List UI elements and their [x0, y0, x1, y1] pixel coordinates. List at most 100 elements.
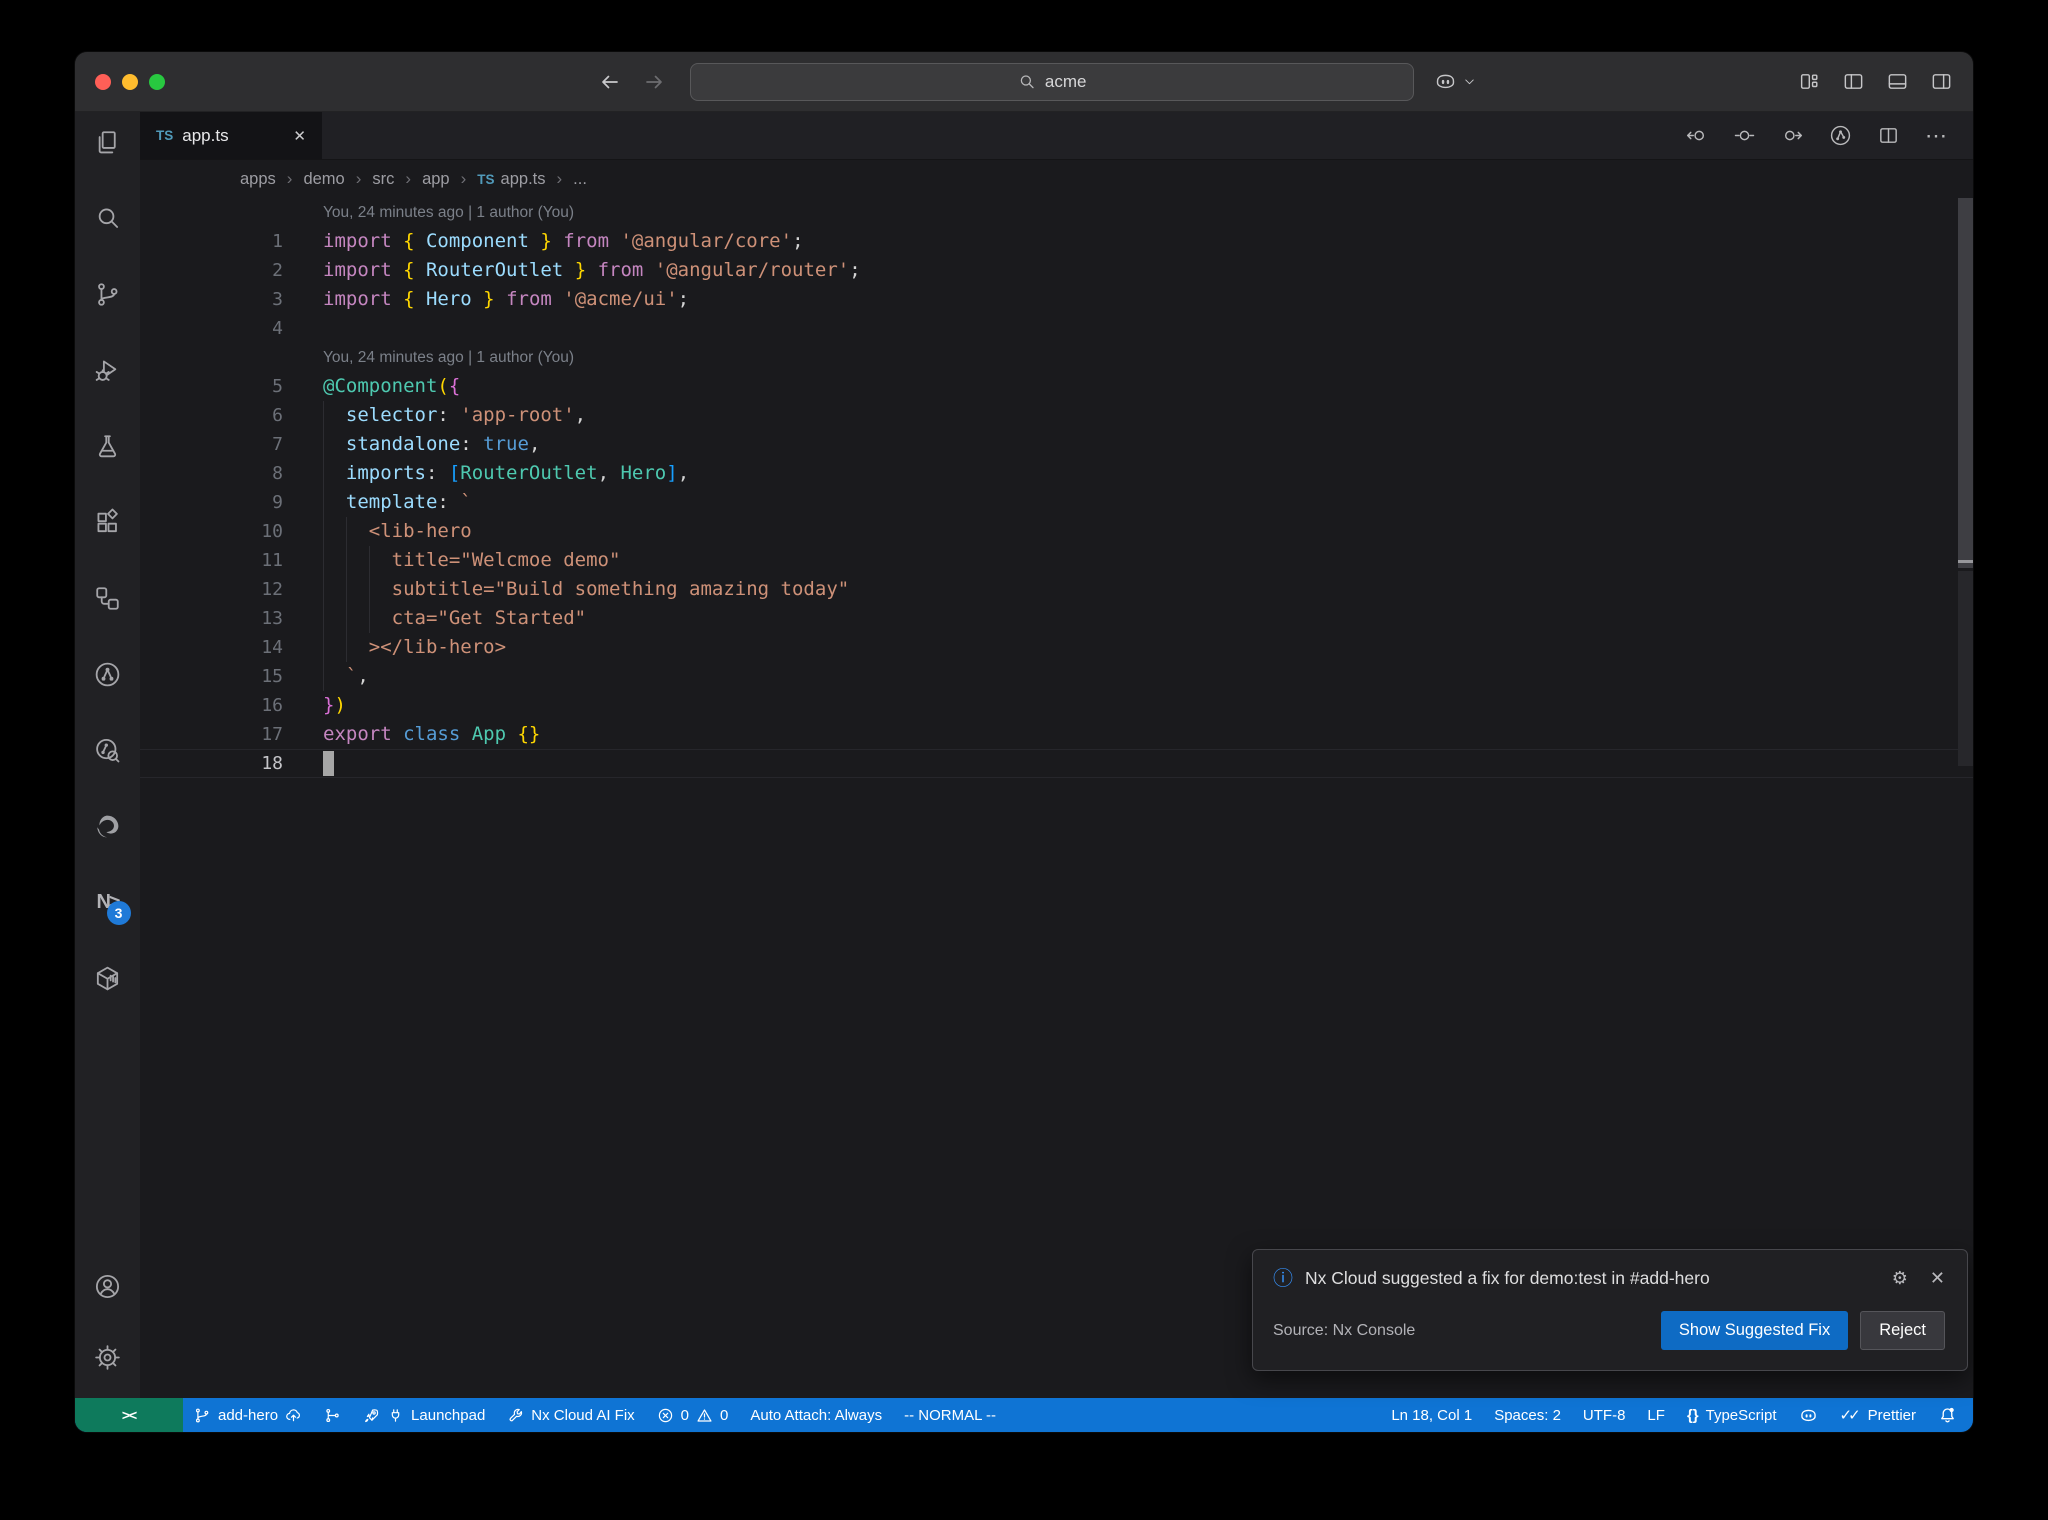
code-line[interactable]: 6 selector: 'app-root', — [140, 401, 1973, 430]
git-branch-icon — [195, 1408, 209, 1422]
sidebar-item-project-graph[interactable] — [93, 660, 122, 689]
nx-cloud-fix-item[interactable]: Nx Cloud AI Fix — [496, 1398, 645, 1432]
code-line[interactable]: 2 import { RouterOutlet } from '@angular/… — [140, 256, 1973, 285]
show-suggested-fix-button[interactable]: Show Suggested Fix — [1660, 1311, 1849, 1350]
breadcrumb-item-file[interactable]: TS app.ts — [477, 170, 545, 189]
indent-guide — [368, 575, 370, 604]
activity-bar: N> 3 — [75, 112, 140, 1398]
prettier-item[interactable]: ✓✓ Prettier — [1829, 1398, 1928, 1432]
code-line[interactable]: 4 — [140, 314, 1973, 343]
breadcrumb-item[interactable]: ... — [573, 170, 587, 189]
breadcrumb-item[interactable]: demo — [303, 170, 344, 189]
error-icon — [658, 1408, 672, 1422]
notification-source: Source: Nx Console — [1273, 1321, 1416, 1339]
toggle-panel-left-icon[interactable] — [1842, 70, 1865, 93]
close-tab-icon[interactable]: ✕ — [293, 127, 306, 145]
problems-item[interactable]: 0 0 — [646, 1398, 740, 1432]
eol-item[interactable]: LF — [1636, 1398, 1676, 1432]
vim-mode-item[interactable]: -- NORMAL -- — [893, 1398, 1007, 1432]
sidebar-item-graph-search[interactable] — [93, 736, 122, 765]
navigate-back-icon[interactable] — [598, 70, 622, 94]
navigate-forward-icon[interactable] — [642, 70, 666, 94]
code-line[interactable]: 11 title="Welcmoe demo" — [140, 546, 1973, 575]
notification-settings-icon[interactable]: ⚙ — [1892, 1268, 1908, 1289]
command-center-search[interactable]: acme — [690, 62, 1415, 101]
language-mode-item[interactable]: {} TypeScript — [1676, 1398, 1788, 1432]
notification-close-icon[interactable]: ✕ — [1930, 1268, 1945, 1289]
sidebar-item-source-control[interactable] — [93, 280, 122, 309]
indentation-item[interactable]: Spaces: 2 — [1483, 1398, 1572, 1432]
breadcrumb-separator: › — [556, 169, 563, 188]
sidebar-item-containers[interactable] — [93, 964, 122, 993]
code-line[interactable]: 9 template: ` — [140, 488, 1973, 517]
zoom-window-button[interactable] — [149, 73, 165, 90]
graph-icon[interactable] — [1829, 124, 1852, 147]
code-line[interactable]: 3 import { Hero } from '@acme/ui'; — [140, 285, 1973, 314]
indent-guide — [323, 517, 324, 546]
code-line[interactable]: 5 @Component({ — [140, 372, 1973, 401]
breadcrumb-item[interactable]: apps — [240, 170, 276, 189]
nx-badge: 3 — [106, 901, 131, 925]
auto-attach-item[interactable]: Auto Attach: Always — [739, 1398, 893, 1432]
copilot-status-item[interactable] — [1788, 1398, 1829, 1432]
line-number: 12 — [261, 579, 283, 600]
launchpad-item[interactable]: Launchpad — [352, 1398, 496, 1432]
copilot-icon — [1800, 1409, 1816, 1421]
sidebar-item-testing[interactable] — [93, 432, 122, 461]
toggle-panel-right-icon[interactable] — [1930, 70, 1953, 93]
code-line[interactable]: 14 ></lib-hero> — [140, 633, 1973, 662]
breadcrumb-item[interactable]: src — [372, 170, 394, 189]
close-window-button[interactable] — [95, 73, 111, 90]
breadcrumb-separator: › — [405, 169, 412, 188]
overview-ruler-cursor-marker — [1958, 560, 1973, 563]
breadcrumb-item[interactable]: app — [422, 170, 450, 189]
scrollbar-thumb[interactable] — [1958, 198, 1973, 568]
more-actions-icon[interactable]: ⋯ — [1925, 124, 1949, 147]
code-line[interactable]: 18 — [140, 749, 1973, 778]
line-number: 8 — [272, 463, 283, 484]
toggle-panel-bottom-icon[interactable] — [1886, 70, 1909, 93]
split-editor-icon[interactable] — [1877, 124, 1900, 147]
cursor-position-item[interactable]: Ln 18, Col 1 — [1380, 1398, 1483, 1432]
indent-guide — [323, 575, 324, 604]
code-line[interactable]: 15 `, — [140, 662, 1973, 691]
minimize-window-button[interactable] — [122, 73, 138, 90]
git-branch-item[interactable]: add-hero — [183, 1398, 313, 1432]
reject-button[interactable]: Reject — [1860, 1311, 1945, 1350]
sidebar-item-edge-tools[interactable] — [93, 812, 122, 841]
sidebar-item-extensions[interactable] — [93, 508, 122, 537]
compare-changes-icon[interactable] — [1733, 124, 1756, 147]
settings-button[interactable] — [93, 1343, 122, 1372]
code-line[interactable]: 8 imports: [RouterOutlet, Hero], — [140, 459, 1973, 488]
previous-change-icon[interactable] — [1685, 124, 1708, 147]
info-icon: ⓘ — [1273, 1267, 1293, 1290]
typescript-file-icon: TS — [156, 128, 174, 143]
nx-cloud-fix-label: Nx Cloud AI Fix — [531, 1406, 635, 1424]
line-number: 16 — [261, 695, 283, 716]
wrench-icon — [509, 1408, 523, 1421]
remote-indicator[interactable]: >< — [75, 1398, 183, 1432]
next-change-icon[interactable] — [1781, 124, 1804, 147]
git-graph-item[interactable] — [313, 1398, 352, 1432]
sidebar-item-run-debug[interactable] — [93, 356, 122, 385]
code-line[interactable]: 12 subtitle="Build something amazing tod… — [140, 575, 1973, 604]
code-line[interactable]: 7 standalone: true, — [140, 430, 1973, 459]
code-line[interactable]: 10 <lib-hero — [140, 517, 1973, 546]
code-editor[interactable]: You, 24 minutes ago | 1 author (You) 1 imp… — [140, 198, 1973, 1398]
sidebar-item-explorer[interactable] — [93, 128, 122, 157]
sidebar-item-workflow[interactable] — [93, 584, 122, 613]
code-line[interactable]: 13 cta="Get Started" — [140, 604, 1973, 633]
tab-app-ts[interactable]: TS app.ts ✕ — [140, 112, 322, 159]
line-number: 6 — [272, 405, 283, 426]
copilot-menu[interactable] — [1434, 70, 1477, 93]
sidebar-item-nx-console[interactable]: N> 3 — [96, 888, 131, 925]
code-line[interactable]: 16}) — [140, 691, 1973, 720]
code-line[interactable]: 17 export class App {} — [140, 720, 1973, 749]
encoding-item[interactable]: UTF-8 — [1572, 1398, 1637, 1432]
notifications-bell[interactable] — [1927, 1398, 1973, 1432]
customize-layout-icon[interactable] — [1798, 70, 1821, 93]
code-line[interactable]: 1 import { Component } from '@angular/cor… — [140, 227, 1973, 256]
sidebar-item-search[interactable] — [93, 204, 122, 233]
breadcrumb: apps › demo › src › app › TS app.ts › ..… — [140, 160, 1973, 198]
account-button[interactable] — [93, 1272, 122, 1301]
